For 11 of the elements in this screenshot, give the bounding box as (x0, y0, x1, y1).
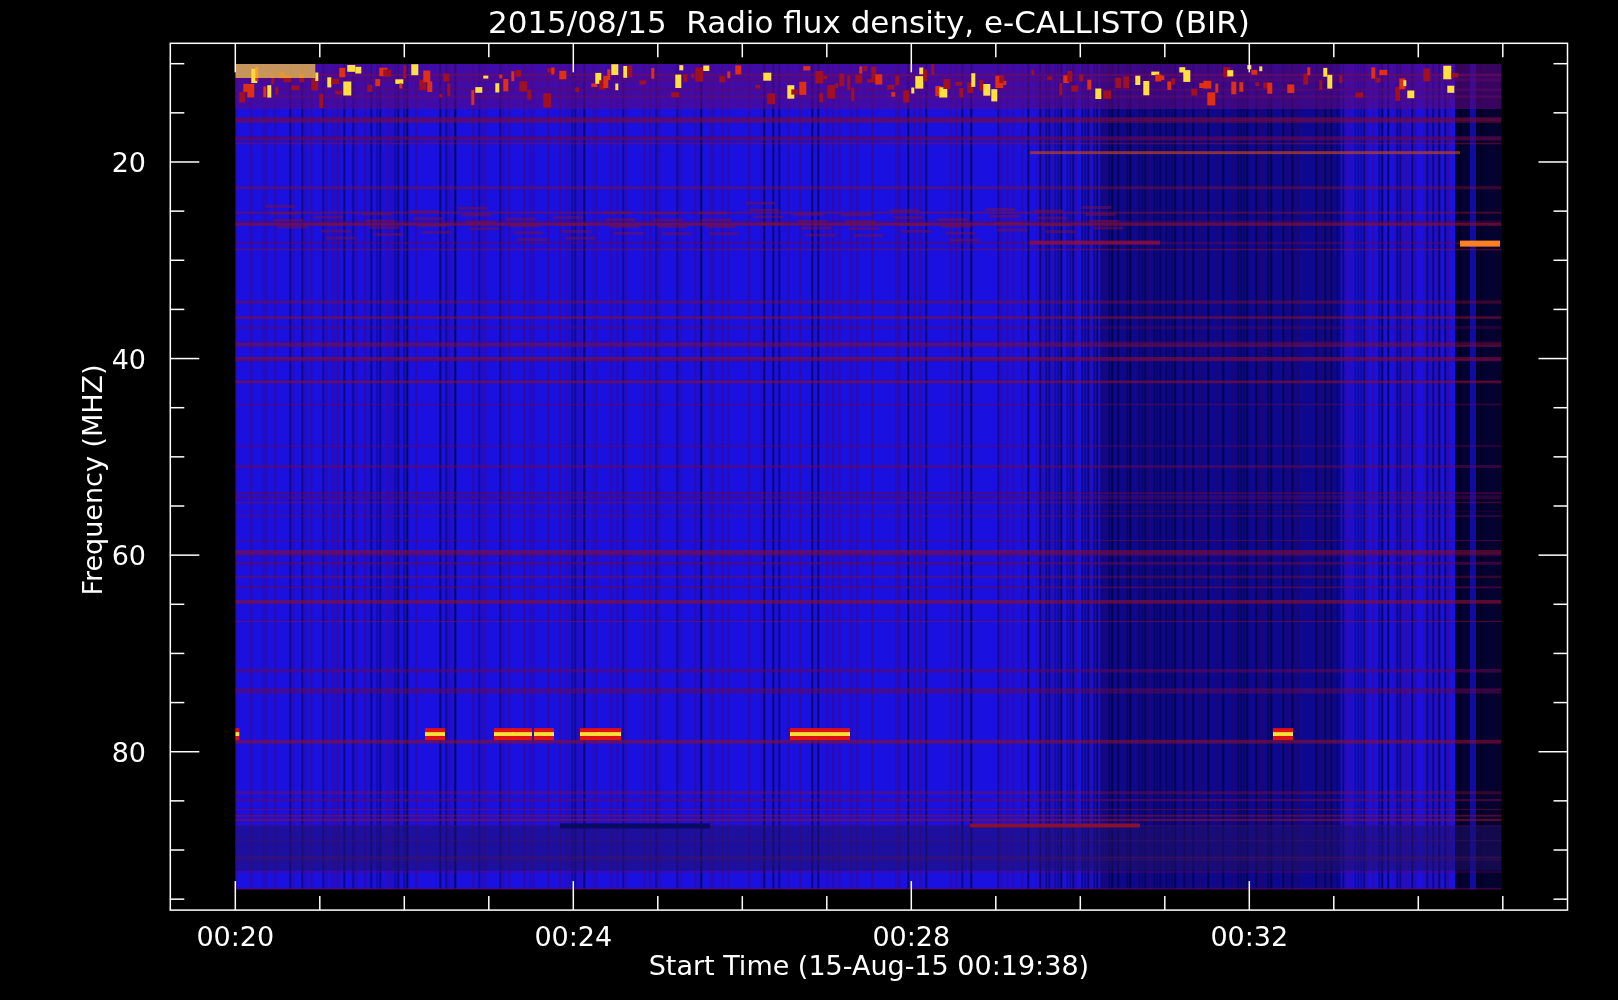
x-tick-label: 00:20 (196, 921, 275, 952)
y-tick-label: 80 (111, 736, 146, 768)
y-tick-label: 20 (111, 147, 146, 178)
y-tick-label: 60 (111, 540, 146, 572)
y-tick-label: 40 (111, 343, 146, 375)
plot-title: 2015/08/15 Radio flux density, e-CALLISTO (BIR) (487, 4, 1250, 40)
x-tick-label: 00:24 (534, 921, 613, 952)
x-tick-label: 00:28 (872, 921, 951, 952)
y-axis-label: Frequency (MHZ) (77, 364, 108, 596)
x-axis-label: Start Time (15-Aug-15 00:19:38) (648, 950, 1090, 981)
x-tick-label: 00:32 (1210, 921, 1289, 952)
